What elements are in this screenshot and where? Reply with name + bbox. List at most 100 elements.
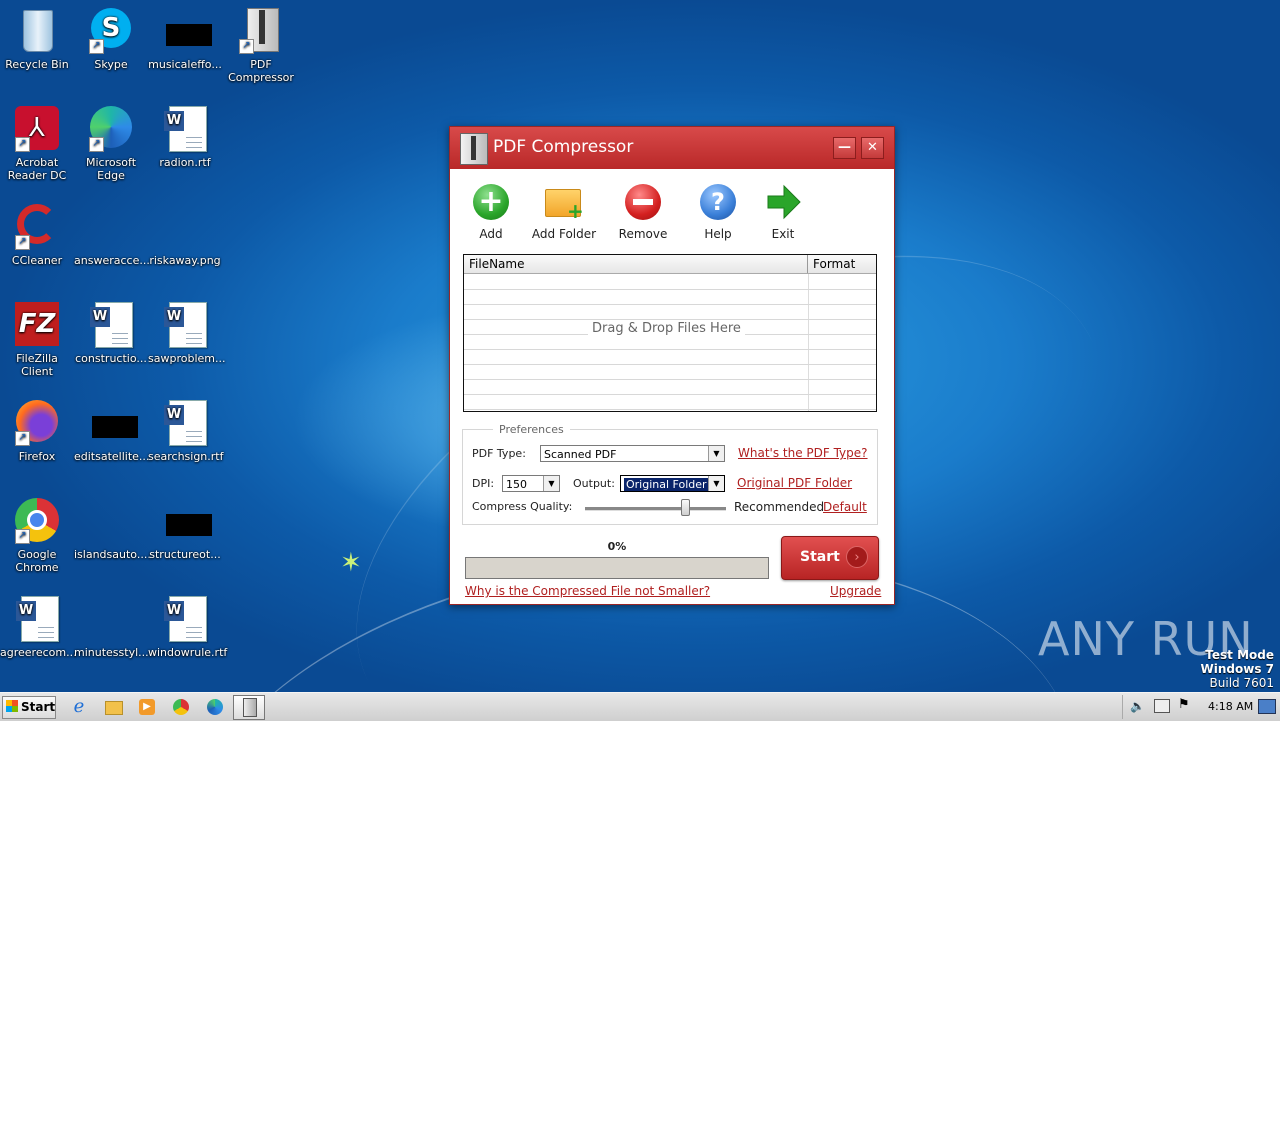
desktop-icon-label: Acrobat Reader DC — [7, 156, 67, 182]
app-logo-icon — [460, 133, 488, 165]
desktop-icon-islandsauto[interactable]: islandsauto.... — [74, 496, 151, 561]
help-button[interactable]: ? Help — [683, 183, 753, 241]
edge-taskbar-icon[interactable] — [204, 697, 226, 717]
media-player-icon[interactable]: ▶ — [136, 697, 158, 717]
desktop-icon-chrome[interactable]: ↗ Google Chrome — [0, 496, 74, 574]
desktop-icon-edge[interactable]: ↗ Microsoft Edge — [74, 104, 148, 182]
output-folder-link[interactable]: Original PDF Folder — [737, 476, 852, 490]
output-label: Output: — [573, 477, 615, 490]
empty-row — [464, 289, 876, 290]
acrobat-icon: ⅄ ↗ — [13, 104, 61, 152]
blank-file-icon — [161, 202, 209, 250]
empty-row — [464, 304, 876, 305]
volume-icon[interactable]: 🔈 — [1130, 699, 1145, 713]
filezilla-icon: FZ — [13, 300, 61, 348]
remove-icon — [624, 183, 662, 221]
column-header-format[interactable]: Format — [813, 257, 855, 271]
compress-quality-label: Compress Quality: — [472, 500, 573, 513]
dpi-label: DPI: — [472, 477, 495, 490]
desktop-icon-sawproblem[interactable]: W sawproblem... — [148, 300, 225, 365]
exit-button[interactable]: Exit — [748, 183, 818, 241]
desktop-icon-musicaleffo[interactable]: musicaleffo... — [148, 6, 222, 71]
redacted-file-icon — [161, 496, 212, 544]
file-list-header: FileName Format — [464, 255, 876, 274]
desktop-icon-label: structureot... — [149, 548, 221, 561]
minimize-button[interactable]: — — [833, 137, 856, 159]
why-not-smaller-link[interactable]: Why is the Compressed File not Smaller? — [465, 584, 710, 598]
chevron-down-icon: ▼ — [543, 476, 559, 491]
help-label: Help — [704, 227, 732, 241]
desktop-icon-constructio[interactable]: W constructio... — [74, 300, 148, 365]
pdf-compressor-taskbar-button[interactable] — [233, 695, 265, 720]
test-mode-line: Test Mode — [1205, 648, 1274, 662]
quality-slider-thumb[interactable] — [681, 499, 690, 516]
desktop-icon-agreerecom[interactable]: W agreerecom... — [0, 594, 77, 659]
window-titlebar[interactable]: PDF Compressor — ✕ — [450, 127, 894, 169]
default-quality-link[interactable]: Default — [823, 500, 867, 514]
blank-file-icon — [87, 496, 135, 544]
desktop-icon-label: PDF Compressor — [228, 58, 294, 84]
exit-arrow-icon — [764, 183, 802, 221]
desktop-icon-label: searchsign.rtf — [148, 450, 224, 463]
clock[interactable]: 4:18 AM — [1208, 700, 1253, 713]
desktop-icon-label: editsatellite... — [74, 450, 150, 463]
internet-explorer-icon[interactable]: ℯ — [68, 697, 90, 717]
add-button[interactable]: + Add — [456, 183, 526, 241]
remove-label: Remove — [618, 227, 668, 241]
pdf-type-help-link[interactable]: What's the PDF Type? — [738, 446, 868, 460]
file-explorer-icon[interactable] — [102, 697, 124, 717]
add-folder-button[interactable]: + Add Folder — [529, 183, 599, 241]
word-document-icon: W — [161, 594, 209, 642]
desktop-icon-skype[interactable]: S ↗ Skype — [74, 6, 148, 71]
pdf-compressor-window: PDF Compressor — ✕ + Add + Add Folder Re… — [449, 126, 895, 605]
start-menu-button[interactable]: Start — [2, 696, 56, 719]
pdf-type-select[interactable]: Scanned PDF ▼ — [540, 445, 725, 462]
empty-row — [464, 364, 876, 365]
desktop-icon-radion[interactable]: W radion.rtf — [148, 104, 222, 169]
recycle-bin-icon — [13, 6, 61, 54]
show-desktop-icon[interactable] — [1258, 699, 1276, 714]
window-title: PDF Compressor — [493, 137, 634, 157]
output-select[interactable]: Original Folder ▼ — [620, 475, 725, 492]
desktop-icon-answeracce[interactable]: answeracce... — [74, 202, 150, 267]
dpi-select[interactable]: 150 ▼ — [502, 475, 560, 492]
desktop-icon-pdf-compressor[interactable]: ↗ PDF Compressor — [224, 6, 298, 84]
remove-button[interactable]: Remove — [608, 183, 678, 241]
close-button[interactable]: ✕ — [861, 137, 884, 159]
desktop-icon-searchsign[interactable]: W searchsign.rtf — [148, 398, 224, 463]
exit-label: Exit — [771, 227, 795, 241]
action-center-flag-icon[interactable]: ⚑ — [1178, 697, 1190, 712]
progress-text: 0% — [607, 540, 627, 553]
desktop-icon-ccleaner[interactable]: ↗ CCleaner — [0, 202, 74, 267]
firefox-icon: ↗ — [13, 398, 61, 446]
desktop-icon-filezilla[interactable]: FZ FileZilla Client — [0, 300, 74, 378]
desktop-icon-firefox[interactable]: ↗ Firefox — [0, 398, 74, 463]
start-menu-label: Start — [21, 700, 56, 714]
build-line: Build 7601 — [1209, 676, 1274, 690]
start-button[interactable]: Start › — [781, 536, 879, 580]
empty-row — [464, 394, 876, 395]
desktop-icon-editsatellite[interactable]: editsatellite... — [74, 398, 150, 463]
desktop-icon-windowrule[interactable]: W windowrule.rtf — [148, 594, 227, 659]
file-list[interactable]: FileName Format Drag & Drop Files Here — [463, 254, 877, 412]
quality-slider-track[interactable] — [585, 499, 726, 516]
ccleaner-icon: ↗ — [13, 202, 61, 250]
desktop-icon-recycle-bin[interactable]: Recycle Bin — [0, 6, 74, 71]
upgrade-link[interactable]: Upgrade — [830, 584, 881, 598]
desktop-icon-riskaway[interactable]: riskaway.png — [148, 202, 222, 267]
desktop-icon-label: agreerecom... — [0, 646, 77, 659]
desktop-icon-structureot[interactable]: structureot... — [148, 496, 222, 561]
column-header-filename[interactable]: FileName — [469, 257, 524, 271]
word-document-icon: W — [161, 398, 209, 446]
desktop-icon-label: Microsoft Edge — [85, 156, 137, 182]
desktop-icon-label: musicaleffo... — [148, 58, 222, 71]
word-document-icon: W — [87, 300, 135, 348]
quality-value-text: Recommended — [734, 500, 825, 514]
network-icon[interactable] — [1154, 699, 1170, 713]
drag-drop-placeholder: Drag & Drop Files Here — [588, 321, 745, 336]
edge-icon: ↗ — [87, 104, 135, 152]
desktop-icon-acrobat[interactable]: ⅄ ↗ Acrobat Reader DC — [0, 104, 74, 182]
empty-row — [464, 409, 876, 410]
chrome-taskbar-icon[interactable] — [170, 697, 192, 717]
desktop-icon-minutesstyl[interactable]: minutesstyl... — [74, 594, 149, 659]
